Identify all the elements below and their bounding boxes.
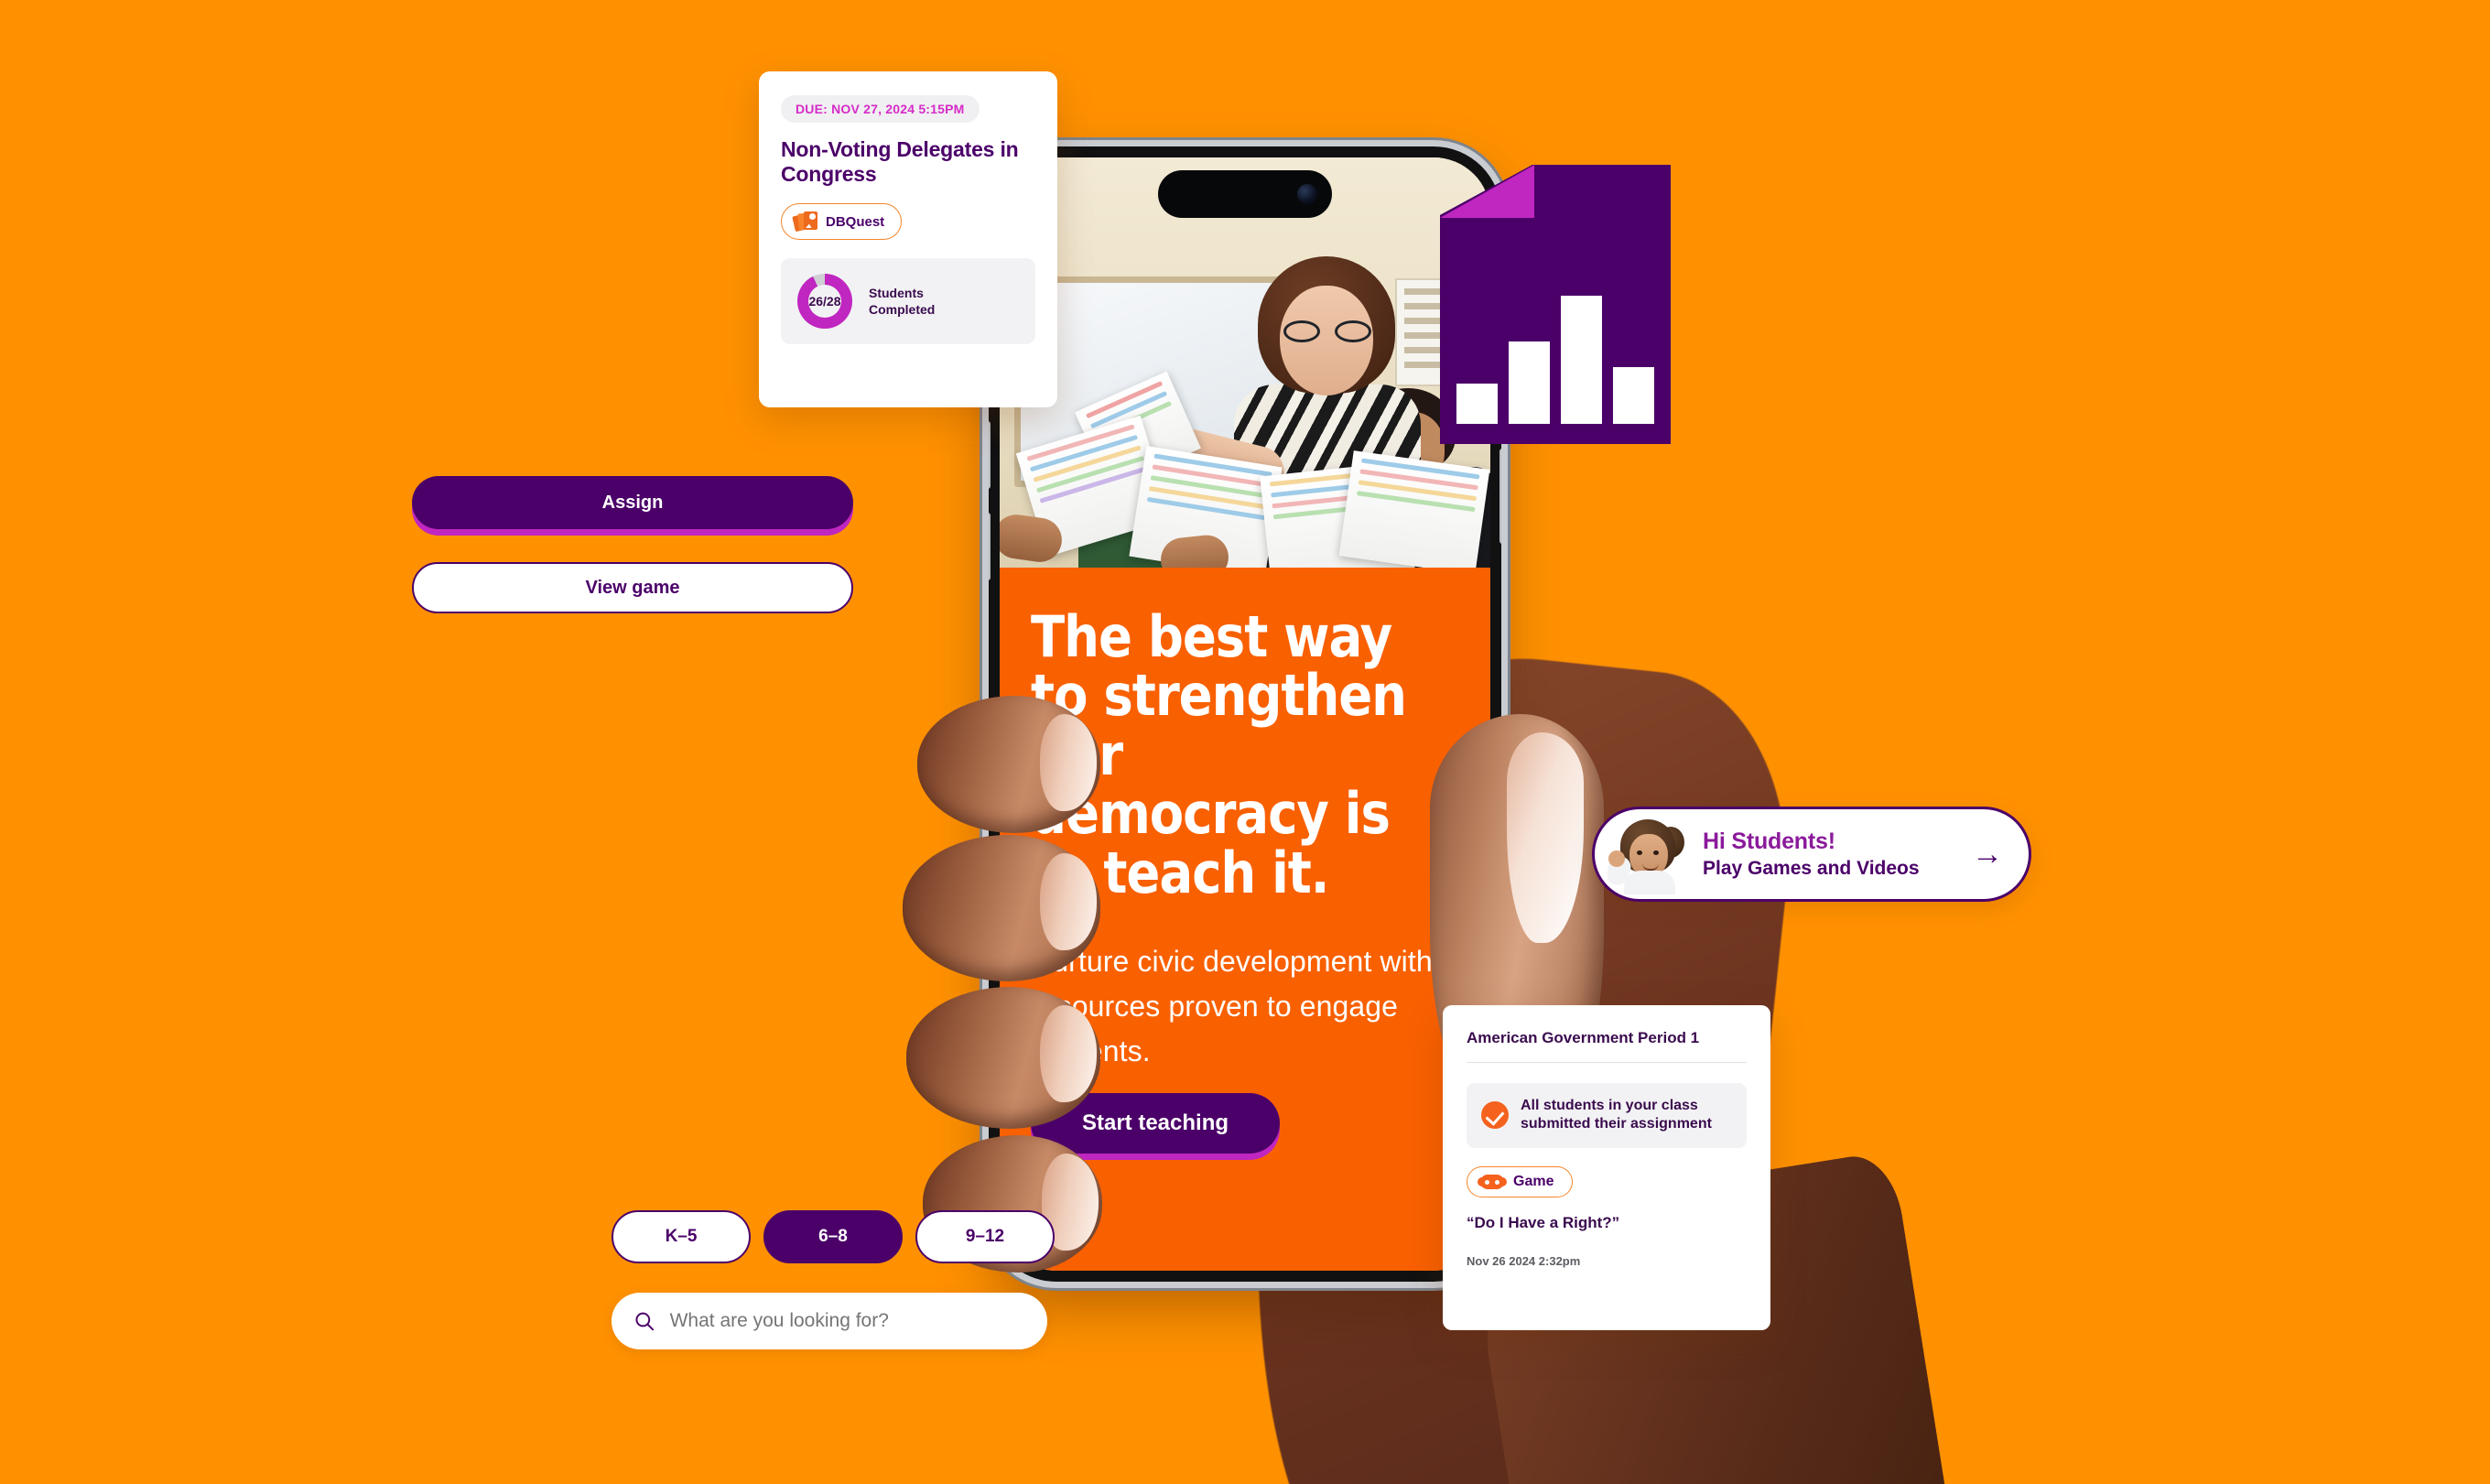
gamepad-icon	[1478, 1174, 1507, 1189]
arrow-right-icon: →	[1972, 837, 2003, 872]
assignment-title: Non-Voting Delegates in Congress	[781, 137, 1019, 187]
view-game-button[interactable]: View game	[412, 562, 853, 613]
report-document-icon	[1440, 165, 1671, 444]
assignment-card: DUE: NOV 27, 2024 5:15PM Non-Voting Dele…	[759, 71, 1057, 407]
notification-timestamp: Nov 26 2024 2:32pm	[1467, 1253, 1581, 1268]
grade-pill-k5[interactable]: K–5	[612, 1210, 751, 1263]
classroom-photo	[1000, 157, 1490, 568]
phone-notch	[1158, 170, 1332, 218]
students-pill-title: Hi Students!	[1703, 829, 1835, 854]
search-input[interactable]	[669, 1310, 1025, 1332]
game-type-badge[interactable]: Game	[1467, 1165, 1574, 1197]
dbquest-cards-icon	[792, 211, 817, 233]
progress-box: 26/28 Students Completed	[781, 258, 1035, 345]
students-pill-text: Hi Students! Play Games and Videos	[1703, 829, 1920, 880]
dbquest-badge-label: DBQuest	[826, 213, 885, 230]
grade-filter-group: K–5 6–8 9–12	[612, 1210, 1055, 1263]
volume-down-button[interactable]	[989, 513, 991, 580]
page-root: The best way to strengthen our democracy…	[0, 0, 2490, 1484]
class-name: American Government Period 1	[1467, 1029, 1700, 1046]
search-bar[interactable]	[612, 1293, 1047, 1349]
student-avatar	[1608, 814, 1688, 894]
alert-line-2: submitted their assignment	[1521, 1116, 1712, 1132]
students-entry-pill[interactable]: Hi Students! Play Games and Videos →	[1592, 807, 2031, 902]
dbquest-badge[interactable]: DBQuest	[781, 203, 903, 241]
due-date-badge: DUE: NOV 27, 2024 5:15PM	[781, 95, 980, 123]
progress-label-line1: Students	[869, 286, 924, 301]
divider	[1467, 1062, 1747, 1063]
power-button[interactable]	[1499, 449, 1501, 544]
assign-button[interactable]: Assign	[412, 476, 853, 529]
check-circle-icon	[1481, 1101, 1509, 1130]
alert-line-1: All students in your class	[1521, 1098, 1698, 1113]
grade-pill-9-12[interactable]: 9–12	[915, 1210, 1055, 1263]
game-title: “Do I Have a Right?”	[1467, 1213, 1620, 1231]
completion-donut-chart: 26/28	[797, 274, 852, 330]
volume-up-button[interactable]	[989, 421, 991, 489]
progress-label-line2: Completed	[869, 302, 936, 318]
alert-text: All students in your class submitted the…	[1521, 1097, 1712, 1134]
grade-pill-6-8[interactable]: 6–8	[763, 1210, 903, 1263]
completion-ratio: 26/28	[808, 294, 841, 309]
progress-label: Students Completed	[869, 285, 935, 318]
search-icon	[635, 1312, 655, 1331]
notification-card: American Government Period 1 All student…	[1443, 1005, 1770, 1330]
submission-alert: All students in your class submitted the…	[1467, 1083, 1747, 1148]
bar-chart-glyph	[1456, 266, 1654, 424]
students-pill-subtitle: Play Games and Videos	[1703, 858, 1920, 879]
front-camera-icon	[1297, 184, 1317, 204]
game-badge-label: Game	[1513, 1173, 1554, 1189]
